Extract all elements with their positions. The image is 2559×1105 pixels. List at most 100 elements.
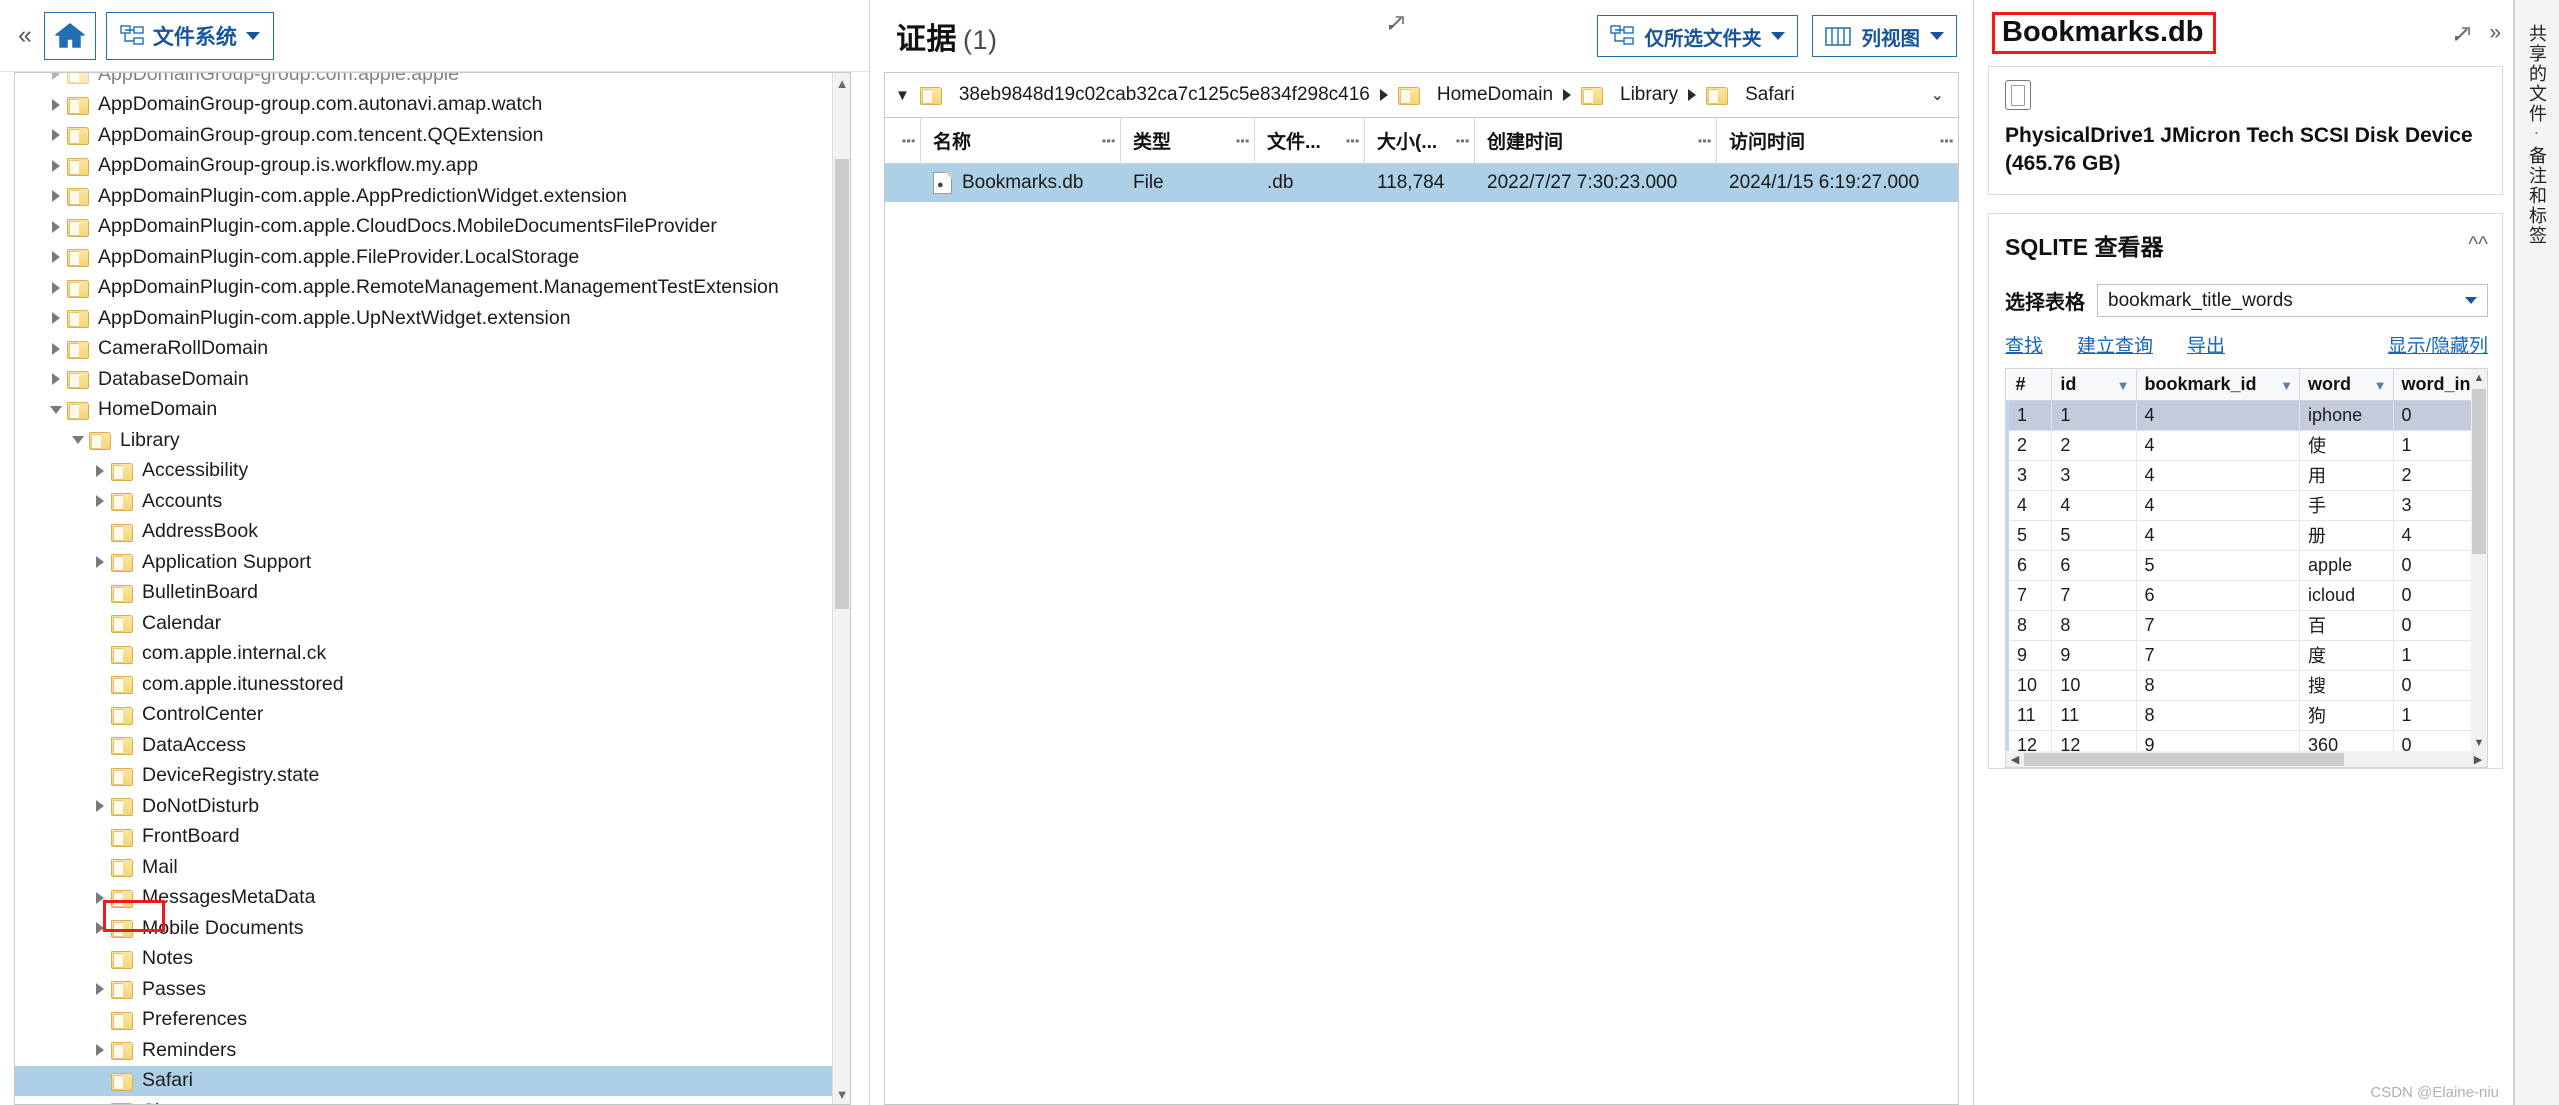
chevron-right-icon[interactable] <box>45 159 67 172</box>
file-grid-body[interactable]: ● Bookmarks.db File .db 118,784 2022/7/27 7:3… <box>885 164 1958 202</box>
sqlite-row[interactable]: 334用2 <box>2006 460 2487 491</box>
filter-icon[interactable]: ▼ <box>2374 378 2387 393</box>
column-view-button[interactable]: 列视图 <box>1812 15 1957 57</box>
filter-icon[interactable]: ▼ <box>2117 378 2130 393</box>
vtab-notes-tags[interactable]: 备注和标签 <box>2524 146 2550 246</box>
scroll-up-icon[interactable]: ▲ <box>2471 369 2487 386</box>
chevron-right-icon[interactable] <box>89 891 111 904</box>
expand-arrow-icon[interactable] <box>2453 23 2473 43</box>
column-header[interactable]: 名称 ⋮ <box>921 118 1121 163</box>
sqlite-vertical-scrollbar[interactable]: ▲ ▼ <box>2471 369 2487 752</box>
find-link[interactable]: 查找 <box>2005 331 2043 358</box>
tree-item[interactable]: AppDomainPlugin-com.apple.UpNextWidget.e… <box>15 303 832 334</box>
device-card[interactable]: PhysicalDrive1 JMicron Tech SCSI Disk De… <box>1988 66 2503 196</box>
chevron-right-icon[interactable] <box>45 342 67 355</box>
column-menu-icon[interactable]: ⋮ <box>1453 133 1470 149</box>
filesystem-dropdown-button[interactable]: 文件系统 <box>105 11 274 60</box>
filter-icon[interactable]: ▼ <box>2280 378 2293 393</box>
collapse-section-icon[interactable]: ^^ <box>2468 233 2488 257</box>
tree-item[interactable]: Accounts <box>15 486 832 517</box>
more-panels-icon[interactable]: » <box>2489 21 2501 45</box>
column-header[interactable]: 类型 ⋮ <box>1121 118 1255 163</box>
sqlite-row[interactable]: 1 1 4 iphone 0 <box>2006 400 2487 431</box>
breadcrumb-item-2[interactable]: Library <box>1581 84 1678 106</box>
export-link[interactable]: 导出 <box>2187 331 2225 358</box>
breadcrumb-overflow-icon[interactable]: ⌄ <box>1931 85 1950 105</box>
table-row[interactable]: ● Bookmarks.db File .db 118,784 2022/7/27 7:3… <box>885 164 1958 202</box>
scroll-down-icon[interactable]: ▼ <box>833 1084 850 1104</box>
breadcrumb-item-0[interactable]: 38eb9848d19c02cab32ca7c125c5e834f298c416 <box>919 84 1370 106</box>
chevron-right-icon[interactable] <box>89 495 111 508</box>
tree-item[interactable]: AppDomainPlugin-com.apple.FileProvider.L… <box>15 242 832 273</box>
column-header[interactable]: ⋮ <box>885 118 921 163</box>
sqlite-row[interactable]: 10 10 8 搜 0 <box>2006 670 2487 701</box>
expand-arrow-icon[interactable] <box>1387 12 1407 32</box>
home-button[interactable] <box>43 11 96 60</box>
column-header[interactable]: 文件... ⋮ <box>1255 118 1365 163</box>
chevron-right-icon[interactable] <box>89 922 111 935</box>
tree-item[interactable]: FrontBoard <box>15 822 832 853</box>
scrollbar-thumb[interactable] <box>2024 752 2344 766</box>
column-menu-icon[interactable]: ⋮ <box>1695 133 1712 149</box>
column-header[interactable]: 访问时间 ⋮ <box>1717 118 1958 163</box>
scroll-down-icon[interactable]: ▼ <box>2471 734 2487 751</box>
chevron-right-icon[interactable] <box>45 98 67 111</box>
tree-item[interactable]: Application Support <box>15 547 832 578</box>
tree-item[interactable]: Notes <box>15 944 832 975</box>
sqlite-results-table[interactable]: # id ▼ bookmark_id ▼ word ▼ word_in 1 1 4 iphone 0 2… <box>2006 369 2487 768</box>
chevron-right-icon[interactable] <box>45 281 67 294</box>
chevron-down-icon[interactable] <box>45 405 67 414</box>
table-select-dropdown[interactable]: bookmark_title_words <box>2097 284 2488 318</box>
sqlite-column-header[interactable]: # <box>2007 369 2053 401</box>
selected-folder-only-button[interactable]: 仅所选文件夹 <box>1597 15 1799 57</box>
scroll-right-icon[interactable]: ▶ <box>2469 753 2487 766</box>
tree-item[interactable]: DoNotDisturb <box>15 791 832 822</box>
column-menu-icon[interactable]: ⋮ <box>1099 133 1116 149</box>
tree-item[interactable]: HomeDomain <box>15 395 832 426</box>
sqlite-row[interactable]: 887百0 <box>2006 610 2487 641</box>
column-header[interactable]: 创建时间 ⋮ <box>1475 118 1717 163</box>
tree-item[interactable]: com.apple.internal.ck <box>15 639 832 670</box>
tree-item[interactable]: DeviceRegistry.state <box>15 761 832 792</box>
tree-item[interactable]: Shortcuts <box>15 1096 832 1104</box>
sqlite-row[interactable]: 6 6 5 apple 0 <box>2006 550 2487 581</box>
chevron-right-icon[interactable] <box>45 73 67 81</box>
directory-tree[interactable]: AppDomainGroup-group.com.apple.apple AppD… <box>15 73 832 1104</box>
tree-item[interactable]: AppDomainPlugin-com.apple.AppPredictionW… <box>15 181 832 212</box>
tree-item[interactable]: com.apple.itunesstored <box>15 669 832 700</box>
scroll-up-icon[interactable]: ▲ <box>833 73 850 93</box>
chevron-right-icon[interactable] <box>89 556 111 569</box>
chevron-right-icon[interactable] <box>89 1044 111 1057</box>
tree-item[interactable]: Preferences <box>15 1005 832 1036</box>
tree-item[interactable]: Calendar <box>15 608 832 639</box>
scrollbar-thumb[interactable] <box>2472 389 2486 555</box>
chevron-right-icon[interactable] <box>45 373 67 386</box>
sqlite-row[interactable]: 444手3 <box>2006 490 2487 521</box>
breadcrumb-item-1[interactable]: HomeDomain <box>1397 84 1553 106</box>
chevron-down-icon[interactable] <box>67 436 89 445</box>
sqlite-column-header[interactable]: id ▼ <box>2051 369 2137 401</box>
chevron-right-icon[interactable] <box>45 251 67 264</box>
tree-item[interactable]: AppDomainGroup-group.com.apple.apple <box>15 73 832 90</box>
sqlite-row[interactable]: 7 7 6 icloud 0 <box>2006 580 2487 611</box>
tree-item[interactable]: ControlCenter <box>15 700 832 731</box>
tree-item[interactable]: DataAccess <box>15 730 832 761</box>
chevron-right-icon[interactable] <box>89 983 111 996</box>
chevron-right-icon[interactable] <box>89 800 111 813</box>
tree-item[interactable]: AddressBook <box>15 517 832 548</box>
tree-item[interactable]: AppDomainGroup-group.is.workflow.my.app <box>15 151 832 182</box>
tree-item[interactable]: DatabaseDomain <box>15 364 832 395</box>
sqlite-row[interactable]: 11 11 8 狗 1 <box>2006 700 2487 731</box>
chevron-right-icon[interactable] <box>45 312 67 325</box>
scrollbar-thumb[interactable] <box>835 159 849 609</box>
breadcrumb-item-3[interactable]: Safari <box>1706 84 1795 106</box>
column-menu-icon[interactable]: ⋮ <box>1233 133 1250 149</box>
sqlite-horizontal-scrollbar[interactable]: ◀ ▶ <box>2006 751 2487 768</box>
tree-item[interactable]: CameraRollDomain <box>15 334 832 365</box>
chevron-right-icon[interactable] <box>45 190 67 203</box>
sqlite-column-header[interactable]: bookmark_id ▼ <box>2136 369 2301 401</box>
column-menu-icon[interactable]: ⋮ <box>1343 133 1360 149</box>
collapse-panel-icon[interactable]: « <box>14 23 44 48</box>
tree-vertical-scrollbar[interactable]: ▲ ▼ <box>832 73 850 1104</box>
scroll-left-icon[interactable]: ◀ <box>2006 753 2024 766</box>
